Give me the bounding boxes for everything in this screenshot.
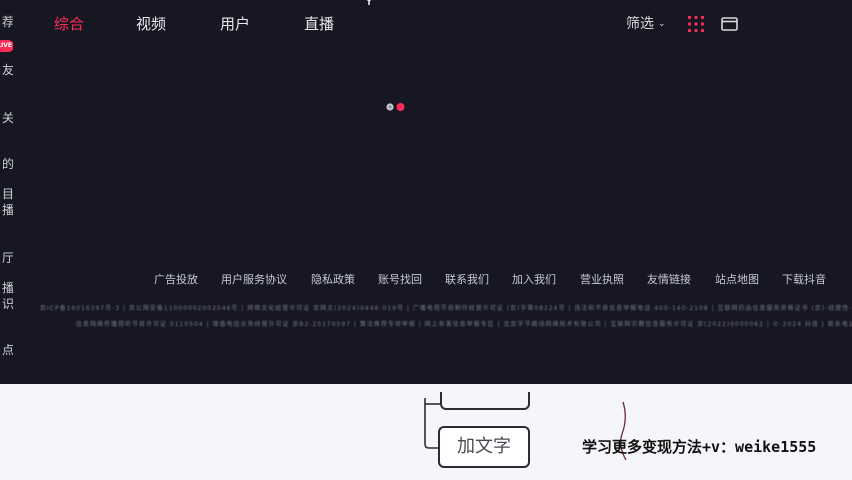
sidebar-item-recommend[interactable]: 荐 (0, 14, 13, 30)
sidebar-item-friends[interactable]: 友 (0, 62, 13, 78)
tab-live[interactable]: 直播 (304, 10, 334, 38)
sidebar-item-target[interactable]: 目 (0, 186, 13, 202)
loading-spinner-icon (386, 103, 405, 111)
footer-link-friend-links[interactable]: 友情链接 (647, 270, 691, 290)
search-results-window: 荐 LIVE 友 关 的 目 播 厅 播 识 点 综合 视频 用户 直播 筛选 ⌄ (0, 0, 852, 384)
legal-text-line: 京ICP备16016397号-3 | 京公网安备11000002002046号 … (40, 305, 852, 312)
sidebar-item-broadcast[interactable]: 播 (0, 280, 13, 296)
sidebar-item-hall[interactable]: 厅 (0, 250, 13, 266)
footer-link-ads[interactable]: 广告投放 (154, 270, 198, 290)
tab-all[interactable]: 综合 (54, 10, 84, 38)
sidebar-item-live[interactable]: 播 (0, 202, 13, 218)
window-icon[interactable] (721, 16, 738, 32)
footer-link-license[interactable]: 营业执照 (580, 270, 624, 290)
footer-link-account-recovery[interactable]: 账号找回 (378, 270, 422, 290)
screen: 荐 LIVE 友 关 的 目 播 厅 播 识 点 综合 视频 用户 直播 筛选 ⌄ (0, 0, 852, 480)
sidebar-item-follow[interactable]: 关 (0, 110, 13, 126)
footer-link-download[interactable]: 下载抖音 (782, 270, 826, 290)
footer-link-contact[interactable]: 联系我们 (445, 270, 489, 290)
sidebar-item-knowledge[interactable]: 识 (0, 296, 13, 312)
filter-button[interactable]: 筛选 ⌄ (626, 12, 666, 36)
sidebar: 荐 LIVE 友 关 的 目 播 厅 播 识 点 (0, 0, 13, 384)
mindmap-node-add-text[interactable]: 加文字 (438, 426, 530, 468)
live-badge: LIVE (0, 40, 13, 52)
promo-caption: 学习更多变现方法+v：weike1555 (582, 438, 817, 456)
chevron-down-icon: ⌄ (658, 19, 666, 29)
footer-link-terms[interactable]: 用户服务协议 (221, 270, 287, 290)
cursor-icon (366, 0, 372, 5)
tab-video[interactable]: 视频 (136, 10, 166, 38)
mindmap-node[interactable] (440, 392, 530, 410)
grid-icon[interactable] (688, 16, 704, 32)
footer-link-sitemap[interactable]: 站点地图 (715, 270, 759, 290)
footer-link-privacy[interactable]: 隐私政策 (311, 270, 355, 290)
footer-links: 广告投放 用户服务协议 隐私政策 账号找回 联系我们 加入我们 营业执照 友情链… (150, 270, 850, 290)
legal-text-line: 信息网络传播视听节目许可证 0110504 | 增值电信业务经营许可证 京B2-… (76, 321, 852, 328)
mindmap-connector-lines (424, 398, 627, 461)
sidebar-item-mine[interactable]: 的 (0, 156, 13, 172)
mindmap-canvas: 加文字 学习更多变现方法+v：weike1555 (0, 384, 852, 480)
footer-link-careers[interactable]: 加入我们 (512, 270, 556, 290)
tab-users[interactable]: 用户 (220, 10, 250, 38)
sidebar-item-point[interactable]: 点 (0, 342, 13, 358)
filter-label: 筛选 (626, 16, 654, 32)
